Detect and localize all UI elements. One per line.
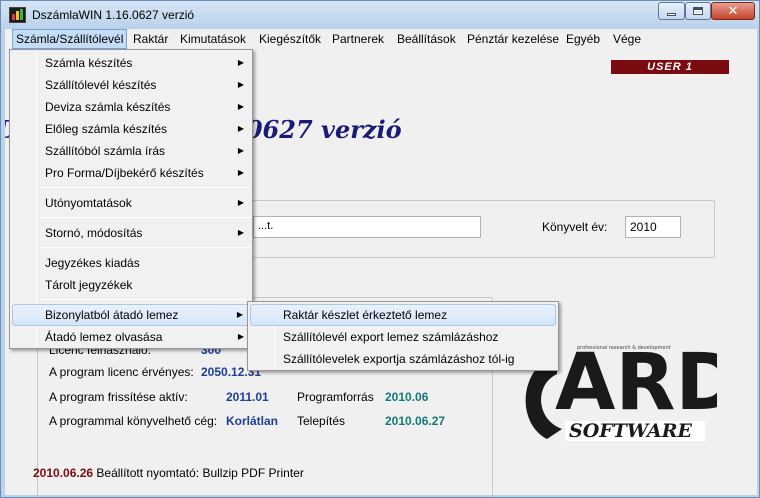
menu-item-label: Deviza számla készítés: [45, 100, 171, 114]
menu-item-label: Szállítólevelek exportja számlázáshoz tó…: [283, 352, 515, 366]
menu-item-eloleg-szamla[interactable]: Előleg számla készítés ▶: [12, 118, 250, 140]
menu-item-tarolt-jegyzekek[interactable]: Tárolt jegyzékek: [12, 274, 250, 296]
menu-item-label: Szállítólevél export lemez számlázáshoz: [283, 330, 499, 344]
minimize-button[interactable]: [658, 2, 685, 20]
menu-vege[interactable]: Vége: [610, 29, 644, 49]
menu-item-szallitolevel-keszites[interactable]: Szállítólevél készítés ▶: [12, 74, 250, 96]
menu-beallitasok[interactable]: Beállítások: [394, 29, 459, 49]
submenu-arrow-icon: ▶: [237, 228, 244, 237]
menu-item-label: Előleg számla készítés: [45, 122, 168, 136]
menu-item-label: Tárolt jegyzékek: [45, 278, 133, 292]
app-chart-icon[interactable]: [9, 7, 26, 23]
menu-separator: [40, 299, 250, 300]
menu-item-bizonylatbol-atado-lemez[interactable]: Bizonylatból átadó lemez ▶: [12, 304, 250, 326]
menu-item-label: Raktár készlet érkeztető lemez: [283, 308, 448, 322]
atado-lemez-submenu: Raktár készlet érkeztető lemez Szállítól…: [247, 301, 559, 371]
frissites-label: A program frissítése aktív:: [49, 390, 188, 404]
status-printer-text: Beállított nyomtató: Bullzip PDF Printer: [96, 466, 304, 480]
menu-szamla-szallitolevel[interactable]: Számla/Szállítólevél: [12, 29, 128, 49]
menu-item-storno-modositas[interactable]: Stornó, módosítás ▶: [12, 222, 250, 244]
ceg-label: A programmal könyvelhető cég:: [49, 414, 218, 428]
licenc-ervenyes-label: A program licenc érvényes:: [49, 365, 194, 379]
ceg-value: Korlátlan: [226, 414, 279, 428]
telepites-label: Telepítés: [297, 414, 346, 428]
logo-small-text: professional research & development: [577, 345, 671, 351]
menu-item-label: Pro Forma/Díjbekérő készítés: [45, 166, 204, 180]
menu-item-szamla-keszites[interactable]: Számla készítés ▶: [12, 52, 250, 74]
menu-separator: [40, 247, 250, 248]
programforras-value: 2010.06: [385, 390, 429, 404]
submenu-arrow-icon: ▶: [237, 168, 244, 177]
menu-item-label: Stornó, módosítás: [45, 226, 143, 240]
maximize-icon: [693, 7, 703, 15]
menu-partnerek[interactable]: Partnerek: [329, 29, 387, 49]
szamla-dropdown-menu: Számla készítés ▶ Szállítólevél készítés ▶…: [9, 49, 253, 349]
menu-item-atado-lemez-olvasasa[interactable]: Átadó lemez olvasása ▶: [12, 326, 250, 348]
menu-kiegeszitok[interactable]: Kiegészítők: [256, 29, 324, 49]
submenu-arrow-icon: ▶: [237, 102, 244, 111]
close-button[interactable]: ✕: [711, 2, 755, 20]
submenu-item-szallitolevel-export[interactable]: Szállítólevél export lemez számlázáshoz: [250, 326, 556, 348]
konyvelt-ev-field[interactable]: 2010: [625, 216, 681, 238]
close-icon: ✕: [727, 3, 739, 19]
submenu-item-raktar-keszlet-lemez[interactable]: Raktár készlet érkeztető lemez: [250, 304, 556, 326]
app-window: DszámlaWIN 1.16.0627 verzió ✕ Számla/Szá…: [0, 0, 760, 498]
menu-item-deviza-szamla[interactable]: Deviza számla készítés ▶: [12, 96, 250, 118]
minimize-icon: [667, 12, 676, 16]
submenu-arrow-icon: ▶: [237, 146, 244, 155]
menu-kimutatasok[interactable]: Kimutatások: [177, 29, 249, 49]
submenu-arrow-icon: ▶: [237, 198, 244, 207]
status-line: 2010.06.26 Beállított nyomtató: Bullzip …: [33, 466, 304, 480]
frissites-value: 2011.01: [226, 390, 269, 404]
user-badge: USER 1: [611, 60, 729, 74]
menu-item-label: Szállítóból számla írás: [45, 144, 166, 158]
title-bar[interactable]: DszámlaWIN 1.16.0627 verzió ✕: [1, 1, 759, 29]
menu-separator: [40, 187, 250, 188]
submenu-arrow-icon: ▶: [237, 124, 244, 133]
programforras-label: Programforrás: [297, 390, 374, 404]
maximize-button[interactable]: [685, 2, 711, 20]
logo-ard-text: ARD: [555, 338, 717, 428]
menu-item-jegyzekes-kiadas[interactable]: Jegyzékes kiadás: [12, 252, 250, 274]
menu-item-label: Szállítólevél készítés: [45, 78, 157, 92]
menu-item-utonyomtatasok[interactable]: Utónyomtatások ▶: [12, 192, 250, 214]
konyvelt-ev-label: Könyvelt év:: [542, 220, 608, 234]
menu-item-label: Átadó lemez olvasása: [45, 330, 163, 344]
menu-bar: Számla/Szállítólevél Raktár Kimutatások …: [5, 29, 757, 49]
menu-item-label: Utónyomtatások: [45, 196, 132, 210]
status-date: 2010.06.26: [33, 466, 94, 480]
menu-penztar-kezelese[interactable]: Pénztár kezelése: [464, 29, 562, 49]
window-title: DszámlaWIN 1.16.0627 verzió: [32, 8, 195, 22]
telepites-value: 2010.06.27: [385, 414, 446, 428]
menu-item-label: Számla készítés: [45, 56, 133, 70]
menu-raktar[interactable]: Raktár: [130, 29, 171, 49]
menu-separator: [40, 217, 250, 218]
menu-item-szallitobol-szamla[interactable]: Szállítóból számla írás ▶: [12, 140, 250, 162]
submenu-arrow-icon: ▶: [237, 332, 244, 341]
submenu-arrow-icon: ▶: [237, 80, 244, 89]
logo-software-text: SOFTWARE: [569, 420, 693, 442]
company-field[interactable]: ...t.: [253, 216, 481, 238]
submenu-arrow-icon: ▶: [236, 310, 243, 319]
menu-item-label: Jegyzékes kiadás: [45, 256, 140, 270]
menu-item-pro-forma[interactable]: Pro Forma/Díjbekérő készítés ▶: [12, 162, 250, 184]
menu-egyeb[interactable]: Egyéb: [563, 29, 603, 49]
menu-item-label: Bizonylatból átadó lemez: [45, 308, 179, 322]
submenu-item-szallitolevelek-exportja-tol-ig[interactable]: Szállítólevelek exportja számlázáshoz tó…: [250, 348, 556, 370]
submenu-arrow-icon: ▶: [237, 58, 244, 67]
